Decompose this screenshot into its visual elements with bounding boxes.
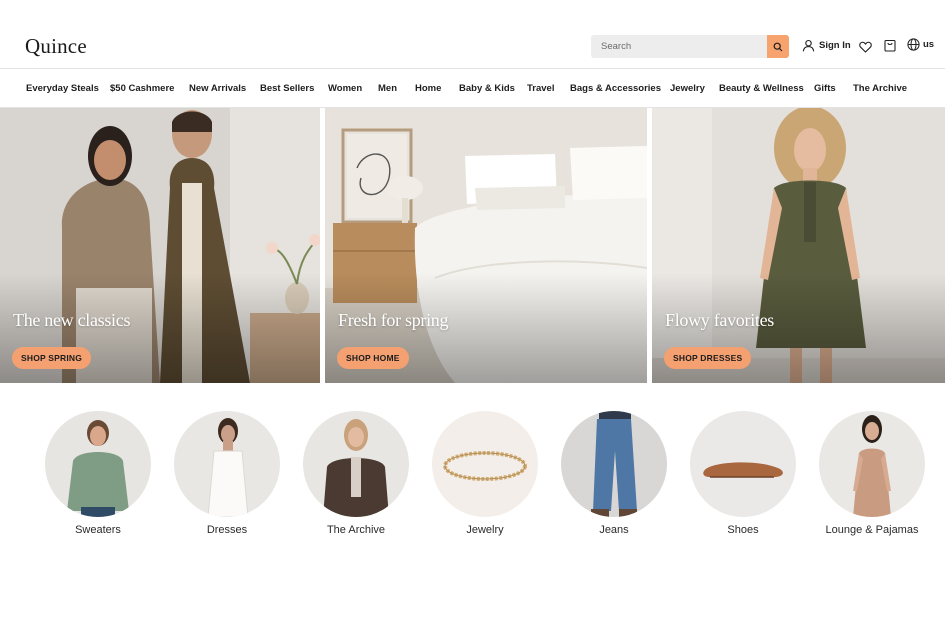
nav-item-home[interactable]: Home	[415, 83, 441, 94]
shop-spring-button[interactable]: SHOP SPRING	[12, 347, 92, 369]
category-image-dresses	[174, 411, 280, 517]
globe-icon	[907, 38, 920, 51]
category-image-the-archive	[303, 411, 409, 517]
hero-title: Flowy favorites	[665, 310, 774, 330]
hero-tile-home[interactable]: Fresh for spring SHOP HOME	[325, 108, 647, 383]
category-image-jewelry	[432, 411, 538, 517]
hero-tile-spring[interactable]: The new classics SHOP SPRING	[0, 108, 320, 383]
locale-label: us	[923, 39, 935, 50]
category-label: Lounge & Pajamas	[825, 524, 919, 536]
sign-in-label: Sign In	[819, 40, 851, 51]
category-label: Jewelry	[466, 524, 504, 536]
nav-item-jewelry[interactable]: Jewelry	[670, 83, 705, 94]
category-image-lounge-pajamas	[819, 411, 925, 517]
search-input[interactable]	[591, 35, 767, 58]
category-jeans[interactable]: Jeans	[549, 411, 679, 541]
cart-button[interactable]	[882, 38, 897, 53]
hero-title: The new classics	[13, 310, 131, 330]
category-image-jeans	[561, 411, 667, 517]
wishlist-button[interactable]	[858, 39, 873, 54]
nav-item-everyday-steals[interactable]: Everyday Steals	[26, 83, 99, 94]
main-nav: Everyday Steals $50 Cashmere New Arrival…	[0, 68, 945, 108]
site-header: Quince Sign In us	[0, 0, 945, 68]
category-image-sweaters	[45, 411, 151, 517]
shop-home-button[interactable]: SHOP HOME	[337, 347, 409, 369]
category-image-shoes	[690, 411, 796, 517]
nav-item-bags-accessories[interactable]: Bags & Accessories	[570, 83, 661, 94]
shop-dresses-button[interactable]: SHOP DRESSES	[664, 347, 752, 369]
locale-selector[interactable]: us	[907, 38, 934, 51]
nav-item-best-sellers[interactable]: Best Sellers	[260, 83, 314, 94]
category-label: The Archive	[326, 524, 386, 536]
nav-item-women[interactable]: Women	[328, 83, 362, 94]
brand-logo[interactable]: Quince	[25, 34, 87, 59]
category-jewelry[interactable]: Jewelry	[420, 411, 550, 541]
nav-item-50-cashmere[interactable]: $50 Cashmere	[110, 83, 174, 94]
nav-item-gifts[interactable]: Gifts	[814, 83, 836, 94]
nav-item-men[interactable]: Men	[378, 83, 397, 94]
user-icon	[802, 39, 815, 52]
nav-item-beauty-wellness[interactable]: Beauty & Wellness	[719, 83, 804, 94]
category-lounge-pajamas[interactable]: Lounge & Pajamas	[807, 411, 937, 541]
sign-in-link[interactable]: Sign In	[802, 39, 851, 52]
category-label: Dresses	[206, 524, 248, 536]
category-shoes[interactable]: Shoes	[678, 411, 808, 541]
search-bar	[591, 35, 789, 58]
search-icon	[773, 42, 783, 51]
bag-icon	[883, 39, 896, 52]
search-button[interactable]	[767, 35, 789, 58]
heart-icon	[859, 41, 872, 53]
category-label: Sweaters	[75, 524, 121, 536]
hero-title: Fresh for spring	[338, 310, 449, 330]
nav-item-baby-kids[interactable]: Baby & Kids	[459, 83, 515, 94]
category-label: Jeans	[599, 524, 629, 536]
nav-item-new-arrivals[interactable]: New Arrivals	[189, 83, 246, 94]
hero-tile-dresses[interactable]: Flowy favorites SHOP DRESSES	[652, 108, 945, 383]
nav-item-travel[interactable]: Travel	[527, 83, 554, 94]
category-the-archive[interactable]: The Archive	[291, 411, 421, 541]
category-dresses[interactable]: Dresses	[162, 411, 292, 541]
category-sweaters[interactable]: Sweaters	[33, 411, 163, 541]
category-label: Shoes	[727, 524, 759, 536]
nav-item-the-archive[interactable]: The Archive	[853, 83, 907, 94]
